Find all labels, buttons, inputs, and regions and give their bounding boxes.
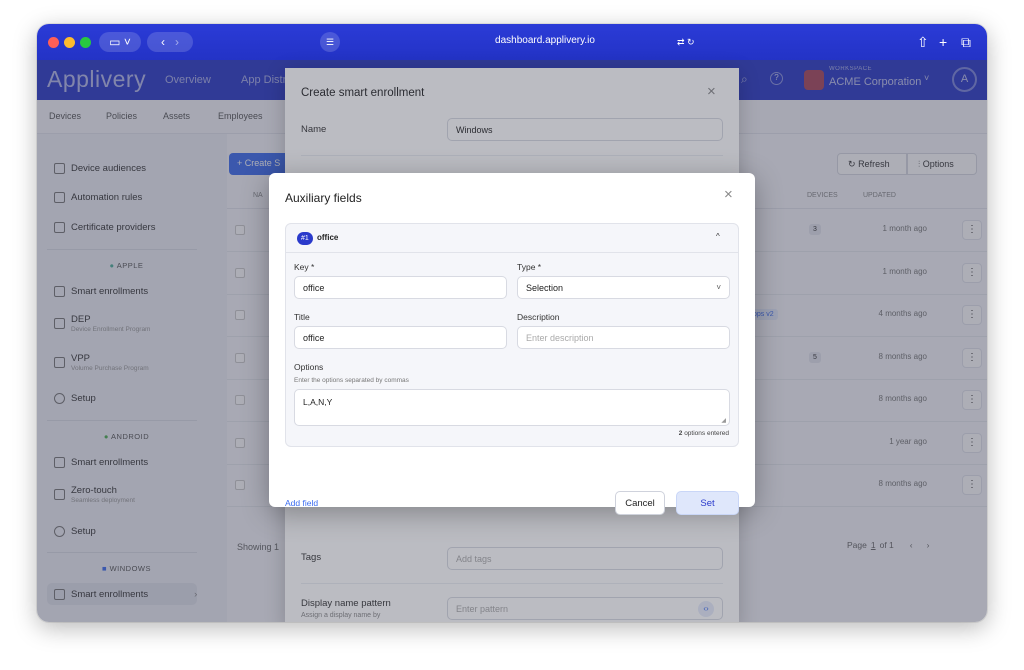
- description-input[interactable]: Enter description: [517, 326, 730, 349]
- resize-handle-icon[interactable]: ◢: [721, 417, 726, 424]
- options-hint: Enter the options separated by commas: [294, 377, 409, 384]
- minimize-window-button[interactable]: [64, 37, 75, 48]
- back-forward-buttons[interactable]: ‹ ›: [147, 32, 193, 52]
- key-input[interactable]: office: [294, 276, 507, 299]
- tab-icon: ☰: [325, 36, 335, 47]
- close-window-button[interactable]: [48, 37, 59, 48]
- description-label: Description: [517, 312, 560, 322]
- field-name: office: [317, 233, 339, 242]
- options-label: Options: [294, 362, 324, 372]
- translate-icon[interactable]: ⇄ ↻: [677, 34, 695, 50]
- tabs-icon[interactable]: ⧉: [961, 34, 971, 50]
- add-field-link[interactable]: Add field: [285, 498, 318, 508]
- type-select[interactable]: Selection ˅: [517, 276, 730, 299]
- chevron-up-icon[interactable]: ^: [716, 232, 720, 241]
- field-number-badge: #1: [297, 232, 313, 245]
- browser-window: ▭ ˅ ‹ › ☰ dashboard.applivery.io ⇄ ↻ ⇧ +…: [37, 24, 987, 622]
- new-tab-icon[interactable]: +: [939, 34, 947, 50]
- chevron-right-icon: ›: [175, 35, 179, 49]
- field-card: #1 office ^ Key * office Type * Selectio…: [285, 223, 739, 447]
- cancel-button[interactable]: Cancel: [615, 491, 665, 515]
- set-button[interactable]: Set: [676, 491, 739, 515]
- close-icon[interactable]: ×: [724, 186, 733, 203]
- title-input[interactable]: office: [294, 326, 507, 349]
- tab-overview-button[interactable]: ☰: [320, 32, 340, 52]
- auxiliary-fields-modal: Auxiliary fields × #1 office ^ Key * off…: [269, 173, 755, 515]
- chevron-down-icon: ˅: [716, 283, 721, 292]
- share-icon[interactable]: ⇧: [917, 34, 929, 50]
- key-label: Key *: [294, 262, 315, 272]
- sidebar-toggle-button[interactable]: ▭ ˅: [99, 32, 141, 52]
- browser-titlebar: ▭ ˅ ‹ › ☰ dashboard.applivery.io ⇄ ↻ ⇧ +…: [37, 24, 987, 60]
- options-count: 2 options entered: [678, 430, 729, 437]
- url-bar[interactable]: dashboard.applivery.io: [470, 35, 620, 46]
- sidebar-icon: ▭ ˅: [109, 35, 131, 49]
- field-card-header[interactable]: #1 office ^: [286, 224, 738, 253]
- type-label: Type *: [517, 262, 542, 272]
- chevron-left-icon: ‹: [160, 35, 165, 49]
- title-label: Title: [294, 312, 310, 322]
- modal-title: Auxiliary fields: [285, 191, 362, 205]
- zoom-window-button[interactable]: [80, 37, 91, 48]
- options-textarea[interactable]: L,A,N,Y ◢: [294, 389, 730, 426]
